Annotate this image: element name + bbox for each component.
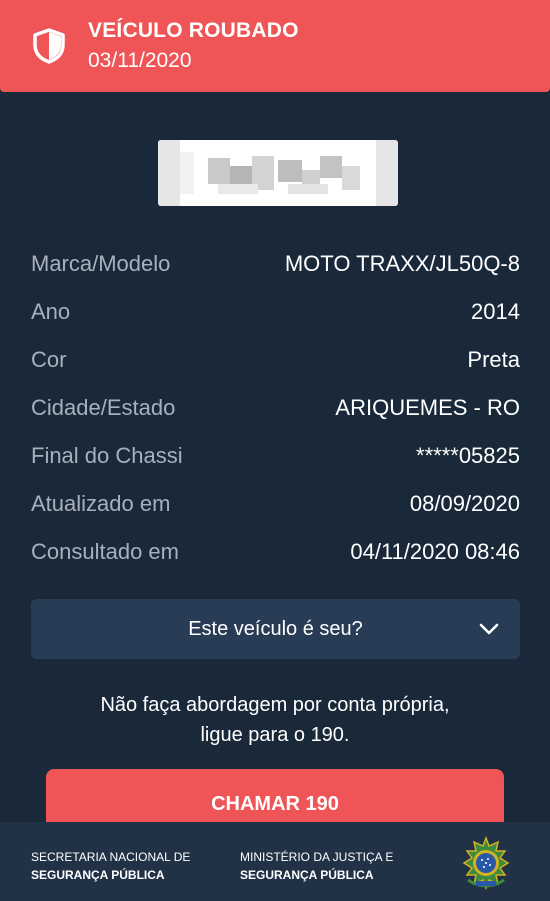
detail-row-color: Cor Preta bbox=[31, 336, 520, 384]
detail-label: Marca/Modelo bbox=[31, 251, 171, 276]
chevron-down-icon bbox=[479, 623, 499, 635]
footer-org-line-bold: SEGURANÇA PÚBLICA bbox=[240, 868, 374, 882]
footer-org-senasp: SECRETARIA NACIONAL DE SEGURANÇA PÚBLICA bbox=[31, 848, 190, 884]
detail-value: MOTO TRAXX/JL50Q-8 bbox=[284, 251, 520, 276]
footer-org-ministry: MINISTÉRIO DA JUSTIÇA E SEGURANÇA PÚBLIC… bbox=[240, 848, 393, 884]
detail-row-year: Ano 2014 bbox=[31, 288, 520, 336]
warning-line-1: Não faça abordagem por conta própria, bbox=[100, 694, 450, 716]
footer: SECRETARIA NACIONAL DE SEGURANÇA PÚBLICA… bbox=[0, 822, 550, 901]
brazil-coat-of-arms-icon bbox=[462, 836, 510, 891]
detail-value: *****05825 bbox=[416, 443, 520, 468]
detail-label: Cidade/Estado bbox=[31, 395, 176, 420]
owner-question-label: Este veículo é seu? bbox=[188, 618, 363, 640]
detail-row-chassis: Final do Chassi *****05825 bbox=[31, 432, 520, 480]
detail-label: Consultado em bbox=[31, 539, 179, 564]
detail-label: Final do Chassi bbox=[31, 443, 183, 468]
detail-label: Ano bbox=[31, 299, 71, 324]
call-190-label: CHAMAR 190 bbox=[211, 793, 339, 815]
status-title: VEÍCULO ROUBADO bbox=[88, 19, 299, 42]
license-plate-redacted bbox=[158, 140, 398, 206]
detail-value: 04/11/2020 08:46 bbox=[350, 539, 520, 564]
detail-row-model: Marca/Modelo MOTO TRAXX/JL50Q-8 bbox=[31, 240, 520, 288]
warning-message: Não faça abordagem por conta própria, li… bbox=[0, 690, 550, 750]
detail-row-consulted: Consultado em 04/11/2020 08:46 bbox=[31, 528, 520, 576]
detail-value: 08/09/2020 bbox=[409, 491, 520, 516]
detail-value: Preta bbox=[467, 347, 520, 372]
footer-org-line-bold: SEGURANÇA PÚBLICA bbox=[31, 868, 165, 882]
detail-value: 2014 bbox=[471, 299, 520, 324]
detail-label: Cor bbox=[31, 347, 67, 372]
detail-row-city-state: Cidade/Estado ARIQUEMES - RO bbox=[31, 384, 520, 432]
footer-org-line: SECRETARIA NACIONAL DE bbox=[31, 850, 191, 864]
vehicle-details: Marca/Modelo MOTO TRAXX/JL50Q-8 Ano 2014… bbox=[31, 240, 520, 576]
detail-label: Atualizado em bbox=[31, 491, 171, 516]
detail-value: ARIQUEMES - RO bbox=[335, 395, 520, 420]
owner-question-dropdown[interactable]: Este veículo é seu? bbox=[31, 599, 520, 659]
warning-line-2: ligue para o 190. bbox=[200, 724, 350, 746]
footer-org-line: MINISTÉRIO DA JUSTIÇA E bbox=[240, 850, 394, 864]
detail-row-updated: Atualizado em 08/09/2020 bbox=[31, 480, 520, 528]
status-date: 03/11/2020 bbox=[88, 49, 192, 72]
shield-icon bbox=[33, 28, 65, 64]
stolen-vehicle-banner: VEÍCULO ROUBADO 03/11/2020 bbox=[0, 0, 550, 92]
